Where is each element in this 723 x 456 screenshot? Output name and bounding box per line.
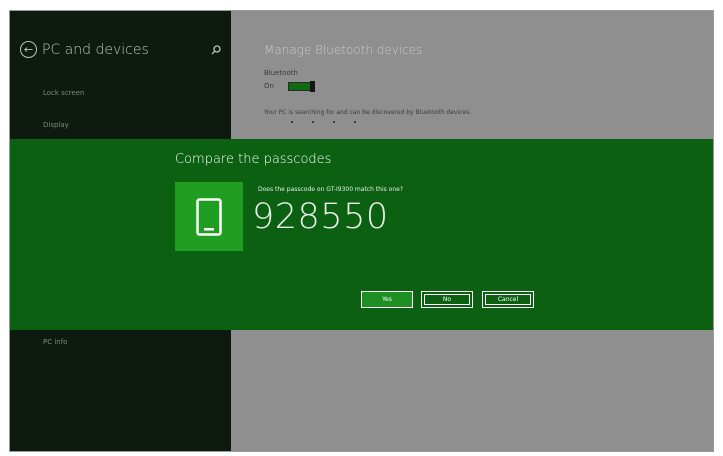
progress-dot <box>312 121 314 123</box>
passcode-dialog: Compare the passcodes Does the passcode … <box>10 139 713 330</box>
no-button[interactable]: No <box>421 291 473 308</box>
passcode-question: Does the passcode on GT-I9300 match this… <box>258 186 404 193</box>
progress-dot <box>354 121 356 123</box>
progress-dot <box>333 121 335 123</box>
sidebar-header: ← PC and devices <box>20 41 149 58</box>
yes-button[interactable]: Yes <box>361 291 413 308</box>
yes-button-label: Yes <box>382 296 392 303</box>
sidebar-title: PC and devices <box>42 41 149 58</box>
cancel-button-label: Cancel <box>485 294 531 305</box>
progress-dot <box>291 121 293 123</box>
page-title: Manage Bluetooth devices <box>264 43 423 57</box>
no-button-label: No <box>424 294 470 305</box>
sidebar-item-pc-info[interactable]: PC info <box>43 338 67 346</box>
bluetooth-label: Bluetooth <box>264 69 298 77</box>
device-tile <box>175 182 243 251</box>
passcode-value: 928550 <box>252 197 389 237</box>
bluetooth-state-label: On <box>264 82 274 90</box>
back-arrow-icon[interactable]: ← <box>20 41 37 58</box>
settings-window: ← PC and devices Lock screen Display PC … <box>9 10 714 452</box>
sidebar-item-display[interactable]: Display <box>43 121 69 129</box>
search-status-text: Your PC is searching for and can be disc… <box>264 109 472 116</box>
sidebar-item-lock-screen[interactable]: Lock screen <box>43 89 84 97</box>
cancel-button[interactable]: Cancel <box>482 291 534 308</box>
search-icon[interactable] <box>210 44 222 56</box>
searching-progress-dots <box>291 121 356 123</box>
phone-icon <box>196 197 222 236</box>
dialog-title: Compare the passcodes <box>175 152 332 167</box>
bluetooth-toggle[interactable] <box>288 81 315 92</box>
toggle-knob <box>310 81 315 92</box>
